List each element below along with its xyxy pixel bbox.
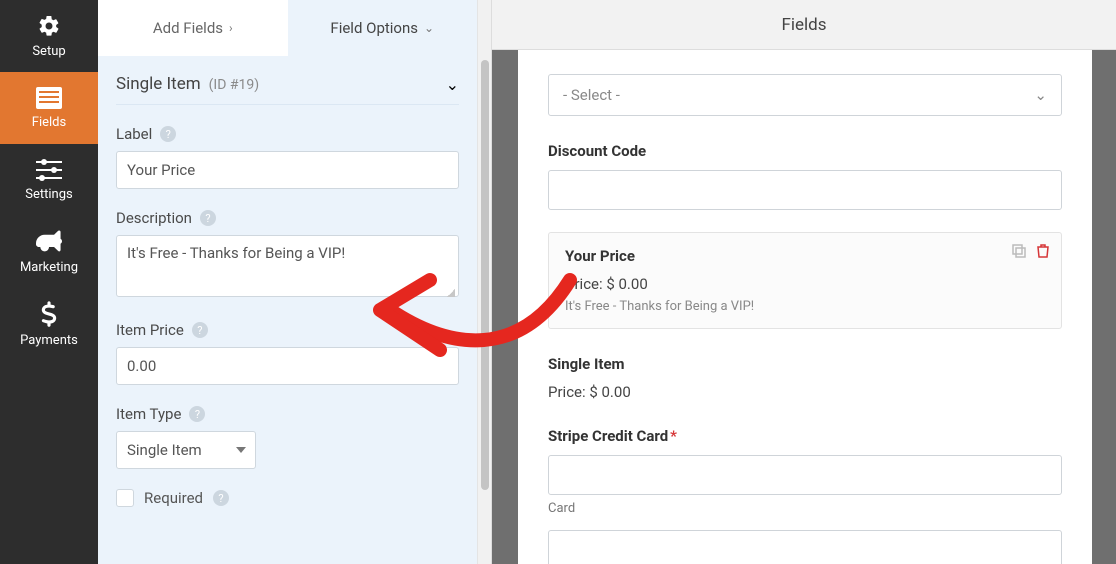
required-label: Required	[144, 489, 203, 507]
single-item-value: Price: $ 0.00	[548, 383, 1062, 401]
tab-label: Field Options	[330, 19, 418, 37]
nav-fields[interactable]: Fields	[0, 72, 98, 144]
left-nav: Setup Fields Settings Marketing Payments	[0, 0, 98, 564]
chevron-right-icon: ›	[229, 21, 233, 35]
item-price-label: Item Price	[116, 321, 184, 339]
chevron-down-icon: ⌄	[1034, 86, 1047, 104]
card-input[interactable]	[548, 455, 1062, 495]
section-title: Single Item	[116, 74, 201, 94]
preview-area: Fields - Select - ⌄ Discount Code	[492, 0, 1116, 564]
name-on-card-input[interactable]	[548, 530, 1062, 564]
section-id: (ID #19)	[209, 77, 260, 93]
item-type-label: Item Type	[116, 405, 181, 423]
nav-settings[interactable]: Settings	[0, 144, 98, 216]
help-icon[interactable]: ?	[213, 490, 229, 506]
nav-label: Payments	[20, 333, 78, 348]
card-sublabel: Card	[548, 501, 1062, 516]
tab-field-options[interactable]: Field Options ⌄	[288, 0, 478, 56]
label-input[interactable]	[116, 151, 459, 189]
required-checkbox[interactable]	[116, 489, 134, 507]
help-icon[interactable]: ?	[200, 210, 216, 226]
discount-code-input[interactable]	[548, 170, 1062, 210]
preview-your-price-block[interactable]: Your Price Price: $ 0.00 It's Free - Tha…	[548, 232, 1062, 329]
dollar-icon	[41, 301, 57, 327]
panel-tabs: Add Fields › Field Options ⌄	[98, 0, 477, 56]
gear-icon	[37, 14, 61, 38]
nav-payments[interactable]: Payments	[0, 288, 98, 360]
description-textarea[interactable]	[116, 235, 459, 297]
help-icon[interactable]: ?	[192, 322, 208, 338]
item-type-select[interactable]: Single Item	[116, 431, 256, 469]
tab-add-fields[interactable]: Add Fields ›	[98, 0, 288, 56]
stripe-label: Stripe Credit Card*	[548, 427, 1062, 445]
help-icon[interactable]: ?	[160, 126, 176, 142]
item-price-input[interactable]	[116, 347, 459, 385]
bullhorn-icon	[36, 230, 62, 254]
single-item-label: Single Item	[548, 355, 1062, 373]
nav-label: Setup	[32, 44, 65, 59]
your-price-description: It's Free - Thanks for Being a VIP!	[565, 299, 1045, 314]
sliders-icon	[36, 159, 62, 181]
section-header[interactable]: Single Item (ID #19) ⌄	[116, 56, 459, 105]
scrollbar-thumb[interactable]	[481, 60, 489, 490]
form-icon	[36, 87, 62, 109]
chevron-down-icon: ⌄	[446, 75, 459, 94]
label-field-label: Label	[116, 125, 152, 143]
panel-scrollbar[interactable]	[478, 0, 492, 564]
description-field-label: Description	[116, 209, 192, 227]
nav-setup[interactable]: Setup	[0, 0, 98, 72]
nav-marketing[interactable]: Marketing	[0, 216, 98, 288]
tab-label: Add Fields	[153, 19, 223, 37]
nav-label: Settings	[25, 187, 72, 202]
nav-label: Fields	[32, 115, 66, 130]
duplicate-icon[interactable]	[1011, 243, 1027, 259]
your-price-value: Price: $ 0.00	[565, 275, 1045, 293]
preview-header: Fields	[492, 0, 1116, 50]
field-options-panel: Add Fields › Field Options ⌄ Single Item…	[98, 0, 478, 564]
nav-label: Marketing	[20, 260, 78, 275]
preview-select[interactable]: - Select - ⌄	[548, 74, 1062, 116]
trash-icon[interactable]	[1035, 243, 1051, 259]
discount-code-label: Discount Code	[548, 142, 1062, 160]
chevron-down-icon: ⌄	[424, 21, 434, 35]
help-icon[interactable]: ?	[189, 406, 205, 422]
select-placeholder: - Select -	[563, 86, 620, 104]
your-price-label: Your Price	[565, 247, 1045, 265]
